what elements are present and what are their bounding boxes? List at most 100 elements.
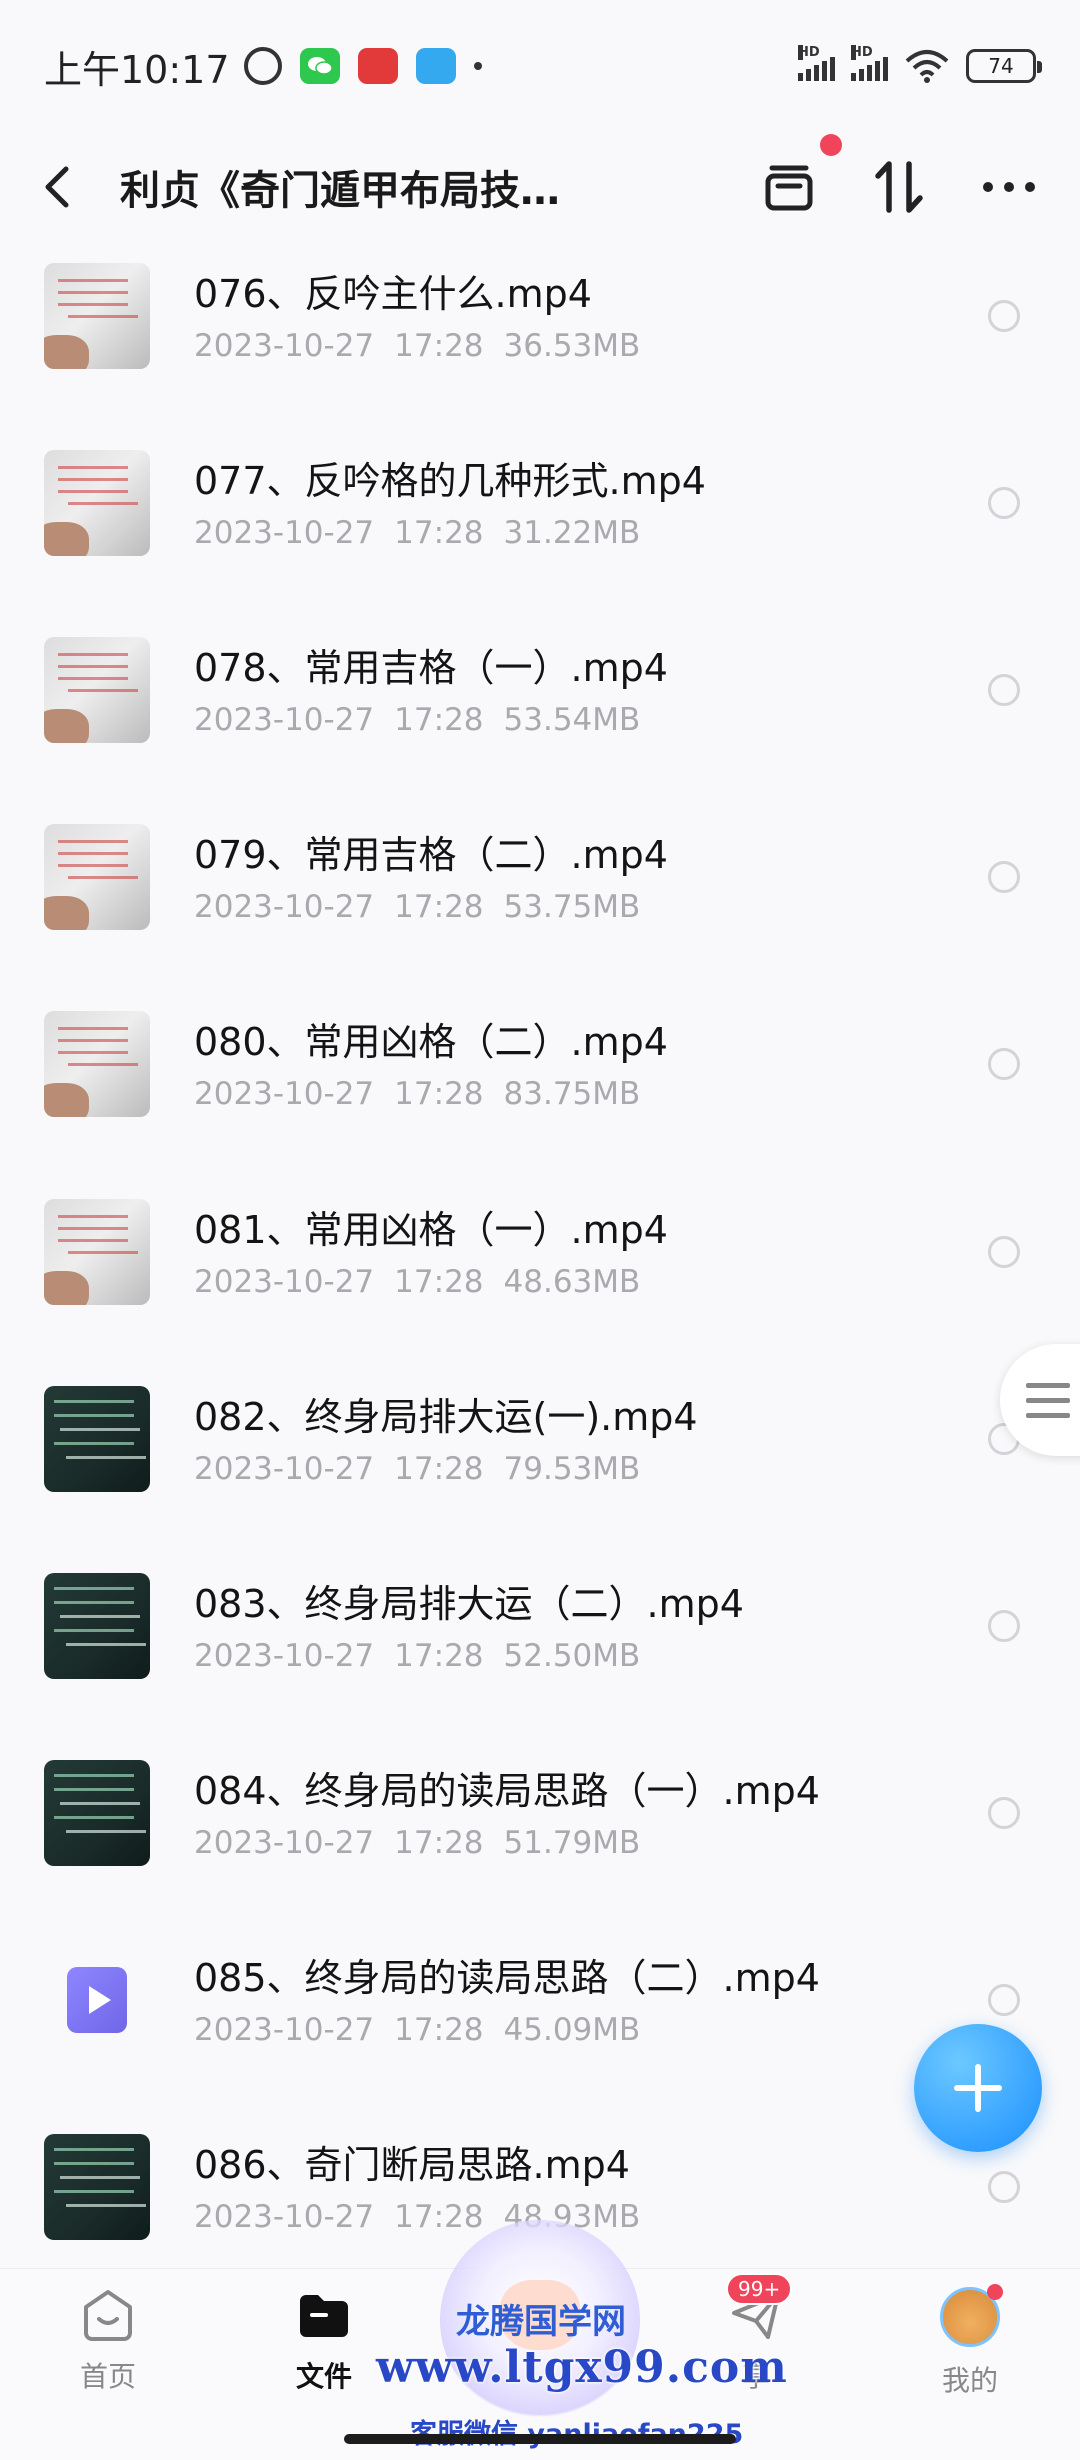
nav-item-home[interactable]: 首页 <box>38 2287 178 2395</box>
select-radio[interactable] <box>988 2171 1020 2204</box>
file-name: 077、反吟格的几种形式.mp4 <box>194 458 706 503</box>
select-radio[interactable] <box>988 1235 1020 1268</box>
wifi-icon <box>905 50 949 83</box>
select-radio[interactable] <box>988 1984 1020 2017</box>
nav-label-files: 文件 <box>295 2360 352 2393</box>
video-thumbnail <box>44 449 150 556</box>
file-date: 2023-10-27 <box>194 1263 375 1300</box>
file-time: 17:28 <box>394 514 484 551</box>
signal-icon-2: HD <box>851 45 888 81</box>
file-meta: 2023-10-27 17:28 53.75MB <box>194 889 668 925</box>
nav-label-home: 首页 <box>79 2360 136 2393</box>
file-size: 53.75MB <box>503 889 641 926</box>
file-size: 36.53MB <box>503 327 641 364</box>
file-time: 17:28 <box>394 2199 484 2236</box>
select-radio[interactable] <box>988 861 1020 894</box>
video-thumbnail <box>44 824 150 931</box>
file-date: 2023-10-27 <box>194 1825 375 1862</box>
status-bar: 上午10:17 HD HD 74 <box>0 0 1080 132</box>
file-date: 2023-10-27 <box>194 701 375 738</box>
share-badge: 99+ <box>726 2273 793 2305</box>
file-size: 48.63MB <box>503 1263 641 1300</box>
avatar <box>940 2284 1003 2347</box>
file-meta: 2023-10-27 17:28 31.22MB <box>194 515 706 551</box>
file-date: 2023-10-27 <box>194 514 375 551</box>
header-actions <box>758 134 1040 218</box>
file-row[interactable]: 082、终身局排大运(一).mp4 2023-10-27 17:28 79.53MB <box>0 1345 1080 1532</box>
menu-line-icon <box>1026 1412 1070 1418</box>
back-button[interactable] <box>40 157 90 217</box>
file-size: 79.53MB <box>503 1450 641 1487</box>
select-radio[interactable] <box>988 1797 1020 1830</box>
menu-line-icon <box>1026 1382 1070 1388</box>
file-name: 079、常用吉格（二）.mp4 <box>194 833 668 878</box>
select-radio[interactable] <box>988 486 1020 519</box>
file-row[interactable]: 078、常用吉格（一）.mp4 2023-10-27 17:28 53.54MB <box>0 596 1080 783</box>
watermark-url: www.ltgx99.com <box>376 2342 788 2393</box>
file-meta: 2023-10-27 17:28 83.75MB <box>194 1076 668 1112</box>
file-time: 17:28 <box>394 1637 484 1674</box>
select-radio[interactable] <box>988 1048 1020 1081</box>
file-size: 52.50MB <box>503 1637 641 1674</box>
select-radio[interactable] <box>988 673 1020 706</box>
home-indicator[interactable] <box>344 2434 736 2444</box>
file-row[interactable]: 083、终身局排大运（二）.mp4 2023-10-27 17:28 52.50MB <box>0 1532 1080 1719</box>
battery-icon: 74 <box>966 49 1042 83</box>
folder-icon <box>300 2295 348 2337</box>
video-thumbnail <box>44 1198 150 1305</box>
file-info: 082、终身局排大运(一).mp4 2023-10-27 17:28 79.53MB <box>194 1391 698 1487</box>
file-time: 17:28 <box>394 889 484 926</box>
file-time: 17:28 <box>394 327 484 364</box>
file-row[interactable]: 081、常用凶格（一）.mp4 2023-10-27 17:28 48.63MB <box>0 1158 1080 1345</box>
file-size: 45.09MB <box>503 2012 641 2049</box>
sort-button[interactable] <box>868 156 930 218</box>
file-row[interactable]: 076、反吟主什么.mp4 2023-10-27 17:28 36.53MB <box>0 222 1080 409</box>
file-info: 080、常用凶格（二）.mp4 2023-10-27 17:28 83.75MB <box>194 1016 668 1112</box>
file-meta: 2023-10-27 17:28 48.93MB <box>194 2199 660 2235</box>
add-button[interactable] <box>914 2024 1042 2152</box>
alarm-icon <box>243 47 282 85</box>
file-time: 17:28 <box>394 2012 484 2049</box>
file-size: 83.75MB <box>503 1076 641 1113</box>
nav-label-me: 我的 <box>941 2364 998 2397</box>
file-row[interactable]: 080、常用凶格（二）.mp4 2023-10-27 17:28 83.75MB <box>0 971 1080 1158</box>
file-info: 076、反吟主什么.mp4 2023-10-27 17:28 36.53MB <box>194 268 660 364</box>
home-icon <box>84 2290 132 2341</box>
more-icon <box>983 182 1035 192</box>
nav-item-files[interactable]: 文件 <box>254 2287 394 2395</box>
hd-label: HD <box>798 45 820 60</box>
select-radio[interactable] <box>988 299 1020 332</box>
file-row[interactable]: 079、常用吉格（二）.mp4 2023-10-27 17:28 53.75MB <box>0 784 1080 971</box>
archive-button[interactable] <box>758 134 842 218</box>
video-file-icon <box>44 1947 150 2053</box>
watermark-contact: 客服微信 yanliaofan225 <box>410 2412 743 2451</box>
video-thumbnail <box>44 262 150 369</box>
file-date: 2023-10-27 <box>194 327 375 364</box>
nav-item-me[interactable]: 我的 <box>900 2284 1040 2399</box>
more-button[interactable] <box>978 156 1040 218</box>
file-name: 081、常用凶格（一）.mp4 <box>194 1207 668 1252</box>
file-name: 084、终身局的读局思路（一）.mp4 <box>194 1769 820 1814</box>
file-size: 31.22MB <box>503 514 641 551</box>
file-list[interactable]: 076、反吟主什么.mp4 2023-10-27 17:28 36.53MB 077、反… <box>0 222 1080 2268</box>
blue-app-icon <box>415 48 456 84</box>
video-thumbnail <box>44 1572 150 1679</box>
file-time: 17:28 <box>394 1450 484 1487</box>
file-row[interactable]: 077、反吟格的几种形式.mp4 2023-10-27 17:28 31.22MB <box>0 409 1080 596</box>
file-size: 53.54MB <box>503 701 641 738</box>
file-date: 2023-10-27 <box>194 1076 375 1113</box>
select-radio[interactable] <box>988 1609 1020 1642</box>
archive-icon <box>765 165 813 211</box>
battery-level: 74 <box>988 54 1014 78</box>
file-time: 17:28 <box>394 1263 484 1300</box>
file-row[interactable]: 084、终身局的读局思路（一）.mp4 2023-10-27 17:28 51.79M… <box>0 1720 1080 1907</box>
status-app-icons <box>243 47 482 85</box>
file-name: 078、常用吉格（一）.mp4 <box>194 645 668 690</box>
file-meta: 2023-10-27 17:28 53.54MB <box>194 702 668 738</box>
sort-icon <box>875 161 923 213</box>
file-info: 086、奇门断局思路.mp4 2023-10-27 17:28 48.93MB <box>194 2139 660 2235</box>
file-info: 079、常用吉格（二）.mp4 2023-10-27 17:28 53.75MB <box>194 829 668 925</box>
status-time: 上午10:17 <box>44 47 230 92</box>
file-time: 17:28 <box>394 1076 484 1113</box>
file-info: 085、终身局的读局思路（二）.mp4 2023-10-27 17:28 45.09M… <box>194 1952 820 2048</box>
